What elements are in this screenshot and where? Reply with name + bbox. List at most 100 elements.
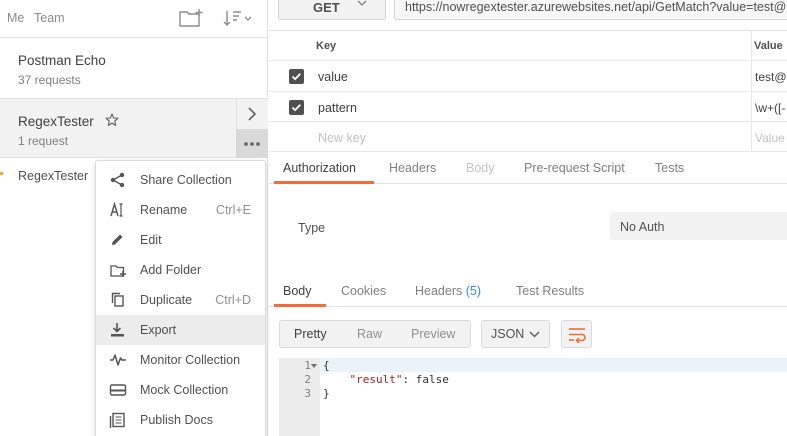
raw-button[interactable]: Raw	[357, 327, 382, 341]
pretty-button[interactable]: Pretty	[294, 327, 327, 341]
url-bar: GET https://nowregextester.azurewebsites…	[269, 0, 787, 31]
new-collection-icon[interactable]	[178, 8, 204, 28]
tab-tests[interactable]: Tests	[655, 161, 684, 175]
url-input[interactable]: https://nowregextester.azurewebsites.net…	[394, 0, 787, 20]
line-number-gutter: 1 2 3	[279, 358, 320, 436]
param-enabled-checkbox[interactable]	[289, 69, 304, 84]
chevron-down-icon	[357, 0, 367, 6]
more-dots-icon	[244, 142, 260, 146]
menu-item-label: Edit	[140, 233, 162, 247]
menu-item-publish-docs[interactable]: Publish Docs	[96, 405, 265, 435]
json-value: false	[415, 373, 449, 386]
fold-arrow-icon[interactable]	[311, 364, 317, 369]
menu-item-shortcut: Ctrl+E	[215, 203, 251, 217]
menu-item-label: Rename	[140, 203, 188, 217]
collection-context-menu: Share Collection Rename Ctrl+E Edit Add …	[95, 160, 266, 436]
menu-item-rename[interactable]: Rename Ctrl+E	[96, 195, 265, 225]
tab-label: Headers	[415, 284, 463, 298]
tab-me[interactable]: Me	[7, 11, 24, 25]
menu-item-monitor-collection[interactable]: Monitor Collection	[96, 345, 265, 375]
request-tabs: Authorization Headers Body Pre-request S…	[269, 153, 787, 184]
line-number: 1	[304, 359, 311, 372]
menu-item-label: Add Folder	[140, 263, 202, 277]
pencil-icon	[112, 234, 123, 245]
collection-more-button[interactable]	[236, 129, 268, 158]
share-icon	[110, 172, 125, 188]
code-line-1: {	[323, 359, 330, 372]
tab-body[interactable]: Body	[466, 161, 495, 175]
code-line-3: }	[323, 387, 330, 400]
active-tab-indicator	[274, 304, 326, 307]
star-icon[interactable]	[105, 113, 119, 127]
tab-cookies[interactable]: Cookies	[341, 284, 386, 298]
checkmark-icon	[291, 104, 301, 112]
new-key-input[interactable]: New key	[318, 131, 366, 145]
column-header-value: Value	[754, 40, 783, 52]
wrap-lines-icon	[569, 328, 586, 343]
json-key: "result"	[349, 373, 403, 386]
wrap-lines-button[interactable]	[561, 320, 592, 348]
params-header-row: Key Value	[269, 31, 787, 61]
table-row: pattern \w+([-	[269, 92, 787, 122]
docs-icon	[109, 412, 125, 428]
tab-test-results[interactable]: Test Results	[516, 284, 584, 298]
tab-pre-request-script[interactable]: Pre-request Script	[524, 161, 625, 175]
method-label: GET	[313, 0, 340, 15]
headers-count-badge: (5)	[465, 284, 482, 298]
param-value[interactable]: test@	[755, 70, 787, 84]
active-tab-indicator	[274, 181, 374, 184]
menu-item-duplicate[interactable]: Duplicate Ctrl+D	[96, 285, 265, 315]
collection-postman-echo[interactable]: Postman Echo 37 requests	[0, 39, 268, 99]
method-select[interactable]: GET	[278, 0, 386, 20]
menu-item-label: Export	[140, 323, 177, 337]
request-builder: GET https://nowregextester.azurewebsites…	[269, 0, 787, 436]
new-value-input[interactable]: Value	[755, 131, 785, 145]
format-select[interactable]: JSON	[481, 320, 550, 348]
param-key[interactable]: value	[318, 70, 348, 84]
line-number: 3	[304, 387, 311, 400]
auth-type-value: No Auth	[620, 220, 665, 234]
collection-request-count: 1 request	[18, 134, 69, 148]
tab-team[interactable]: Team	[34, 11, 65, 25]
menu-item-shortcut: Ctrl+D	[215, 293, 251, 307]
auth-type-label: Type	[298, 221, 326, 235]
mock-icon	[109, 384, 127, 396]
menu-item-share-collection[interactable]: Share Collection	[96, 165, 265, 195]
menu-item-label: Monitor Collection	[140, 353, 241, 367]
param-value[interactable]: \w+([-	[755, 101, 785, 115]
column-header-key: Key	[316, 40, 337, 52]
json-colon: :	[402, 373, 416, 386]
collection-name: RegexTester	[18, 114, 94, 129]
response-tabs: Body Cookies Headers (5) Test Results	[269, 275, 787, 307]
menu-item-label: Duplicate	[140, 293, 193, 307]
code-line-2: "result": false	[323, 373, 449, 386]
tab-authorization[interactable]: Authorization	[283, 161, 356, 175]
expand-collection-button[interactable]	[236, 99, 268, 129]
param-key[interactable]: pattern	[318, 101, 357, 115]
param-enabled-checkbox[interactable]	[289, 100, 304, 115]
new-param-row: New key Value	[269, 122, 787, 152]
menu-item-mock-collection[interactable]: Mock Collection	[96, 375, 265, 405]
tab-response-body[interactable]: Body	[283, 284, 312, 298]
preview-button[interactable]: Preview	[411, 327, 455, 341]
auth-type-select[interactable]: No Auth	[610, 212, 787, 240]
duplicate-icon	[111, 292, 124, 307]
menu-item-add-folder[interactable]: Add Folder	[96, 255, 265, 285]
active-line-highlight	[320, 358, 787, 372]
sort-icon[interactable]	[222, 8, 252, 28]
tab-response-headers[interactable]: Headers (5)	[415, 284, 481, 298]
export-icon	[111, 323, 124, 337]
collection-regextester[interactable]: RegexTester 1 request	[0, 99, 268, 158]
format-label: JSON	[491, 327, 525, 341]
menu-item-export[interactable]: Export	[96, 315, 265, 345]
url-text: https://nowregextester.azurewebsites.net…	[405, 0, 787, 14]
request-name: RegexTester	[18, 169, 89, 183]
response-body-editor[interactable]: 1 2 3 { "result": false }	[279, 358, 787, 436]
menu-item-label: Mock Collection	[140, 383, 229, 397]
rename-icon	[110, 202, 123, 217]
chevron-down-icon	[529, 331, 540, 338]
chevron-right-icon	[248, 107, 257, 121]
monitor-icon	[110, 354, 126, 366]
menu-item-edit[interactable]: Edit	[96, 225, 265, 255]
tab-headers[interactable]: Headers	[389, 161, 436, 175]
